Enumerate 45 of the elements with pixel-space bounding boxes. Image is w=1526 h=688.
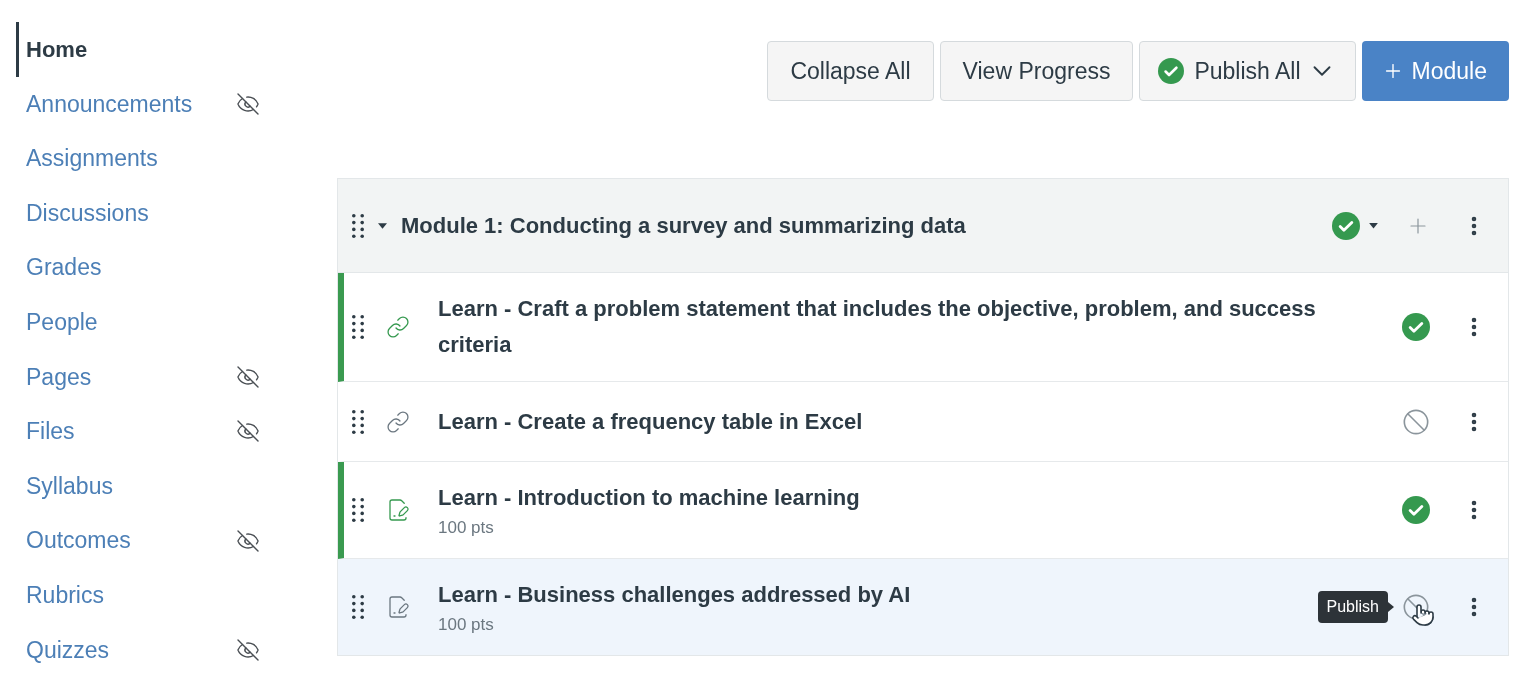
unpublished-icon[interactable] bbox=[1402, 593, 1430, 621]
chain-link-icon bbox=[386, 315, 410, 339]
module-item-row[interactable]: Learn - Craft a problem statement that includes the objective, problem, and success criteria bbox=[338, 273, 1508, 382]
hand-cursor-icon bbox=[1411, 603, 1435, 627]
caret-down-icon[interactable] bbox=[1369, 222, 1378, 229]
published-check-icon[interactable] bbox=[1158, 58, 1185, 84]
drag-handle-icon[interactable] bbox=[352, 315, 364, 339]
publish-tooltip: Publish bbox=[1317, 591, 1388, 623]
drag-handle-icon[interactable] bbox=[352, 409, 364, 434]
add-module-button[interactable]: Module bbox=[1361, 41, 1509, 101]
nav-link[interactable]: Outcomes bbox=[16, 513, 131, 568]
nav-link[interactable]: Files bbox=[16, 404, 75, 459]
nav-link[interactable]: Quizzes bbox=[16, 622, 110, 678]
nav-link[interactable]: Pages bbox=[16, 349, 92, 405]
module-title: Module 1: Conducting a survey and summarizing data bbox=[401, 212, 967, 240]
nav-link[interactable]: Announcements bbox=[16, 76, 193, 132]
tooltip-arrow-icon bbox=[1388, 602, 1394, 612]
caret-down-icon[interactable] bbox=[378, 221, 387, 230]
toolbar-button[interactable]: Collapse All bbox=[767, 41, 934, 101]
toolbar-button[interactable]: View Progress bbox=[939, 41, 1134, 101]
chain-link-icon bbox=[386, 409, 410, 434]
points-label: 100 pts bbox=[438, 614, 495, 636]
nav-link[interactable]: Discussions bbox=[16, 185, 149, 241]
nav-link[interactable]: Home bbox=[16, 22, 88, 77]
drag-handle-icon[interactable] bbox=[352, 498, 364, 522]
nav-link[interactable]: Syllabus bbox=[16, 458, 113, 514]
module-item-row[interactable]: Learn - Introduction to machine learning 100 pts bbox=[338, 462, 1508, 559]
points-label: 100 pts bbox=[438, 517, 495, 539]
item-title-link[interactable]: Learn - Create a frequency table in Excel bbox=[438, 403, 1339, 440]
published-check-icon[interactable] bbox=[1402, 313, 1430, 341]
nav-link[interactable]: Grades bbox=[16, 240, 102, 295]
document-pen-icon bbox=[386, 498, 410, 522]
module-item-row[interactable]: Learn - Business challenges addressed by AI 100 pts Publish bbox=[338, 559, 1508, 655]
module-header[interactable]: Module 1: Conducting a survey and summarizing data bbox=[338, 179, 1508, 273]
published-check-icon[interactable] bbox=[1332, 211, 1360, 240]
nav-link[interactable]: Rubrics bbox=[16, 567, 104, 623]
drag-handle-icon[interactable] bbox=[352, 595, 364, 619]
drag-handle-icon[interactable] bbox=[352, 213, 364, 238]
item-title-link[interactable]: Learn - Craft a problem statement that includes the objective, problem, and success criteria bbox=[438, 291, 1339, 363]
nav-link[interactable]: Assignments bbox=[16, 131, 158, 186]
document-pen-icon bbox=[386, 595, 410, 619]
published-check-icon[interactable] bbox=[1402, 496, 1430, 524]
publish-all-button[interactable]: Publish All bbox=[1139, 41, 1356, 101]
nav-link[interactable]: People bbox=[16, 294, 98, 350]
item-title-link[interactable]: Learn - Introduction to machine learning bbox=[438, 480, 1339, 516]
